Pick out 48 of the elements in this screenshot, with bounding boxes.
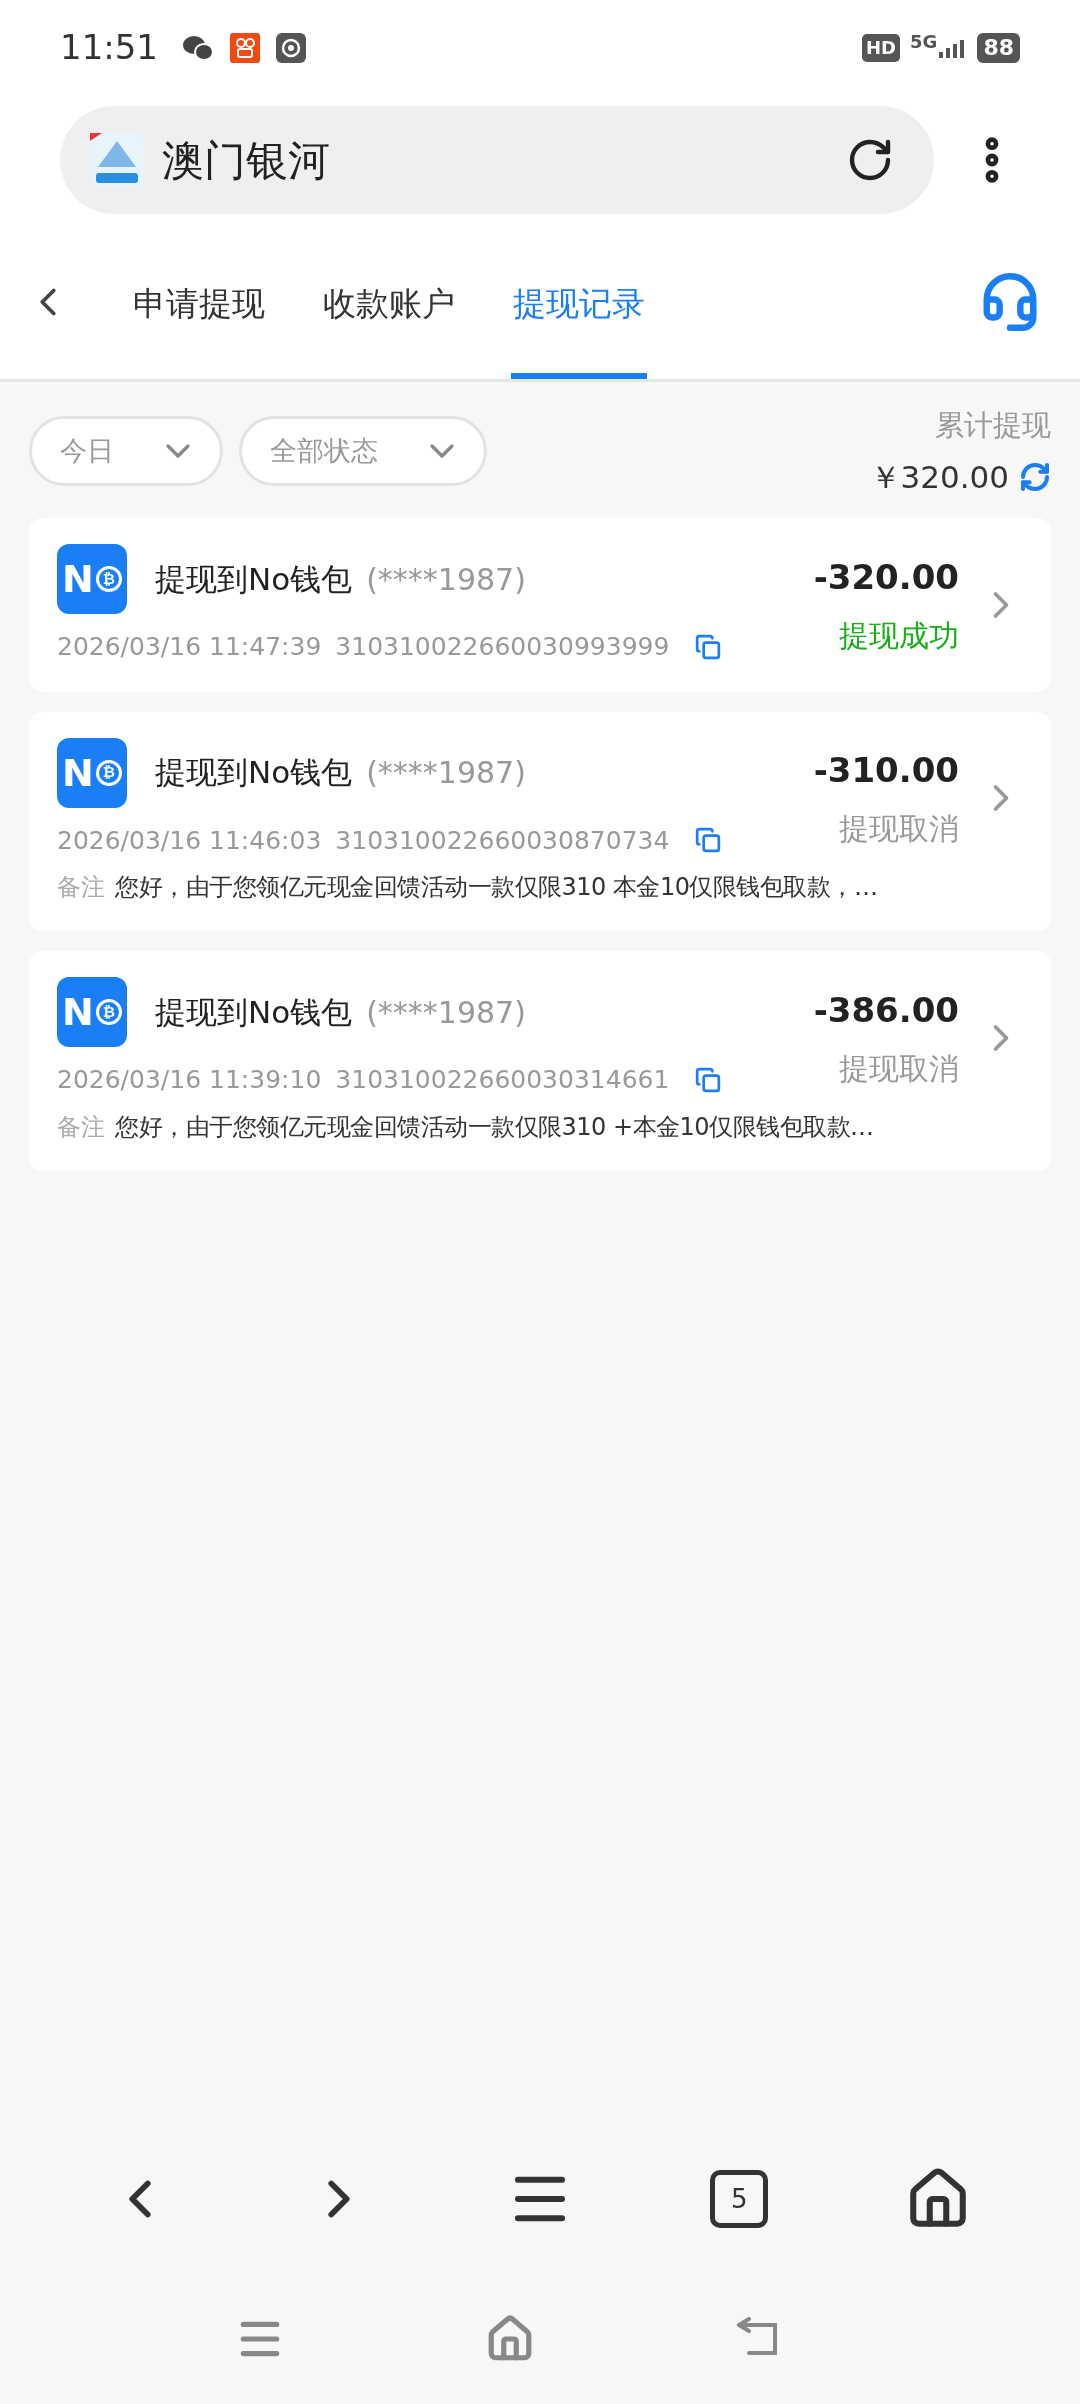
amount: -320.00 (813, 555, 959, 599)
note-text: 您好，由于您领亿元现金回馈活动一款仅限310 +本金10仅限钱包取款… (115, 1111, 874, 1143)
amount: -386.00 (813, 988, 959, 1032)
tab[interactable]: 收款账户 (321, 225, 457, 379)
note-text: 您好，由于您领亿元现金回馈活动一款仅限310 本金10仅限钱包取款，… (115, 872, 878, 903)
wallet-logo-icon: N ₿ (57, 544, 127, 614)
address-bar[interactable]: 澳门银河 (60, 106, 934, 214)
battery-indicator: 88 (977, 32, 1020, 63)
order-number: 310310022660030870734 (335, 824, 670, 857)
tab[interactable]: 申请提现 (131, 225, 267, 379)
record-card[interactable]: N ₿ 提现到No钱包 (****1987) 2026/03/16 11:46:03 310310022660030870734 -310.00 提现取消 备注 您好，由于您领亿元现金回馈活动一款仅限310 本金10仅限钱包取款，… (29, 711, 1051, 931)
settings-icon (276, 32, 306, 63)
tab[interactable]: 提现记录 (511, 225, 647, 379)
note-label: 备注 (57, 872, 105, 903)
network-type: 5G (910, 32, 938, 51)
order-number: 310310022660030314661 (335, 1064, 670, 1096)
record-card[interactable]: N ₿ 提现到No钱包 (****1987) 2026/03/16 11:47:39 310310022660030993999 -320.00 提现成功 (29, 518, 1051, 692)
total-label: 累计提现 (935, 407, 1051, 444)
note-label: 备注 (57, 1111, 105, 1143)
signal-icon (939, 37, 966, 58)
wallet-logo-icon: N ₿ (57, 977, 127, 1047)
amount: -310.00 (813, 749, 959, 793)
account-number: (****1987) (366, 993, 526, 1032)
withdraw-status: 提现取消 (839, 810, 959, 849)
wallet-logo-icon: N ₿ (57, 737, 127, 808)
record-title: 提现到No钱包 (155, 753, 353, 793)
record-card[interactable]: N ₿ 提现到No钱包 (****1987) 2026/03/16 11:39:10 310310022660030314661 -386.00 提现取消 备注 您好，由于您领亿元现金回馈活动一款仅限310 +本金10仅限钱包取款… (29, 951, 1051, 1171)
page-title: 澳门银河 (162, 134, 331, 187)
account-number: (****1987) (366, 560, 526, 599)
record-time: 2026/03/16 11:46:03 (57, 824, 322, 857)
order-number: 310310022660030993999 (335, 631, 670, 663)
record-time: 2026/03/16 11:47:39 (57, 631, 322, 663)
copy-icon[interactable] (695, 1066, 722, 1093)
record-time: 2026/03/16 11:39:10 (57, 1064, 322, 1096)
copy-icon[interactable] (695, 827, 722, 854)
withdraw-status: 提现成功 (839, 616, 959, 655)
total-amount: ￥320.00 (869, 457, 1009, 497)
withdraw-status: 提现取消 (839, 1049, 959, 1088)
copy-icon[interactable] (695, 633, 722, 660)
hd-indicator: HD (862, 33, 901, 62)
video-app-icon (230, 32, 260, 63)
tabs-button[interactable]: 5 (710, 2170, 769, 2228)
app-logo-icon (90, 133, 144, 187)
chat-app-icon (182, 33, 214, 62)
record-title: 提现到No钱包 (155, 559, 353, 599)
account-number: (****1987) (366, 754, 526, 792)
status-time: 11:51 (60, 26, 158, 69)
record-title: 提现到No钱包 (155, 992, 353, 1032)
